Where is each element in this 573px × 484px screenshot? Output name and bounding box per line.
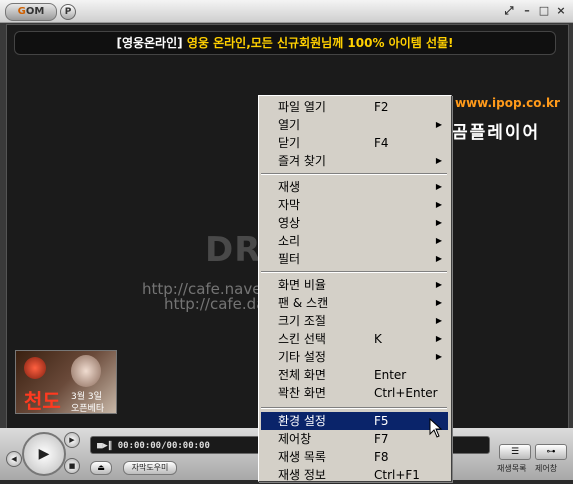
menu-item-aspect-ratio[interactable]: 화면 비율 ▶ [261, 276, 448, 294]
menu-separator [261, 407, 447, 409]
menu-item-control-panel[interactable]: 제어창 F7 [261, 430, 448, 448]
menu-item-audio[interactable]: 소리 ▶ [261, 232, 448, 250]
stop-icon[interactable]: ■ [64, 458, 80, 474]
menu-item-open-file[interactable]: 파일 열기 F2 [261, 98, 448, 116]
minimize-button[interactable]: – [520, 4, 534, 18]
menu-item-pan-scan[interactable]: 팬 & 스캔 ▶ [261, 294, 448, 312]
menu-item-playlist[interactable]: 재생 목록 F8 [261, 448, 448, 466]
maximize-button[interactable]: □ [537, 4, 551, 18]
gom-player-window: GOM P ⤢ – □ × [영웅온라인] 영웅 온라인,모든 신규회원님께 1… [0, 0, 573, 482]
menu-item-playback[interactable]: 재생 ▶ [261, 178, 448, 196]
menu-item-full-fit[interactable]: 꽉찬 화면 Ctrl+Enter [261, 384, 448, 402]
subtitle-tool-button[interactable]: 자막도우미 [123, 461, 177, 475]
menu-item-video[interactable]: 영상 ▶ [261, 214, 448, 232]
menu-item-other-settings[interactable]: 기타 설정 ▶ [261, 348, 448, 366]
player-name: 곰플레이어 [452, 123, 541, 143]
menu-item-skin[interactable]: 스킨 선택 K ▶ [261, 330, 448, 348]
menu-item-subtitle[interactable]: 자막 ▶ [261, 196, 448, 214]
banner-text: 영웅 온라인,모든 신규회원님께 100% 아이템 선물! [186, 36, 454, 50]
prev-icon[interactable]: ◀ [6, 451, 22, 467]
menu-item-playback-info[interactable]: 재생 정보 Ctrl+F1 [261, 466, 448, 484]
banner-tag: [영웅온라인] [116, 36, 183, 50]
menu-item-filter[interactable]: 필터 ▶ [261, 250, 448, 268]
title-bar[interactable]: GOM P ⤢ – □ × [0, 0, 573, 23]
control-panel-label: 제어창 [535, 464, 558, 473]
next-icon[interactable]: ▶ [64, 432, 80, 448]
play-button[interactable]: ▶ [22, 432, 66, 476]
menu-item-fullscreen[interactable]: 전체 화면 Enter [261, 366, 448, 384]
context-menu: 파일 열기 F2 열기 ▶ 닫기 F4 즐겨 찾기 ▶ 재생 ▶ 자막 ▶ 영상 ▶ 소리 ▶ … [258, 95, 452, 482]
control-panel-button[interactable]: ⊶ [535, 444, 567, 460]
site-url: www.ipop.co.kr [455, 96, 560, 110]
menu-item-close[interactable]: 닫기 F4 [261, 134, 448, 152]
eject-button[interactable]: ⏏ [90, 461, 112, 475]
menu-separator [261, 173, 447, 175]
ad-sub: 오픈베타 [71, 404, 105, 414]
ad-seal-icon [24, 357, 46, 379]
mouse-cursor-icon [429, 418, 443, 438]
gom-logo[interactable]: GOM [5, 3, 57, 21]
close-button[interactable]: × [554, 4, 568, 18]
resize-icon[interactable]: ⤢ [502, 4, 516, 18]
menu-item-preferences[interactable]: 환경 설정 F5 [261, 412, 448, 430]
menu-item-favorites[interactable]: 즐겨 찾기 ▶ [261, 152, 448, 170]
playlist-label: 재생목록 [497, 464, 527, 473]
ad-title: 천도 [24, 389, 61, 413]
p-button[interactable]: P [60, 4, 76, 20]
playlist-button[interactable]: ☰ [499, 444, 531, 460]
ad-banner[interactable]: [영웅온라인] 영웅 온라인,모든 신규회원님께 100% 아이템 선물! [14, 31, 556, 55]
game-ad-thumbnail[interactable]: 천도 3월 3일 오픈베타 [15, 350, 117, 414]
menu-item-resize[interactable]: 크기 조절 ▶ [261, 312, 448, 330]
ad-character-image [71, 355, 101, 387]
menu-separator [261, 271, 447, 273]
menu-item-open[interactable]: 열기 ▶ [261, 116, 448, 134]
